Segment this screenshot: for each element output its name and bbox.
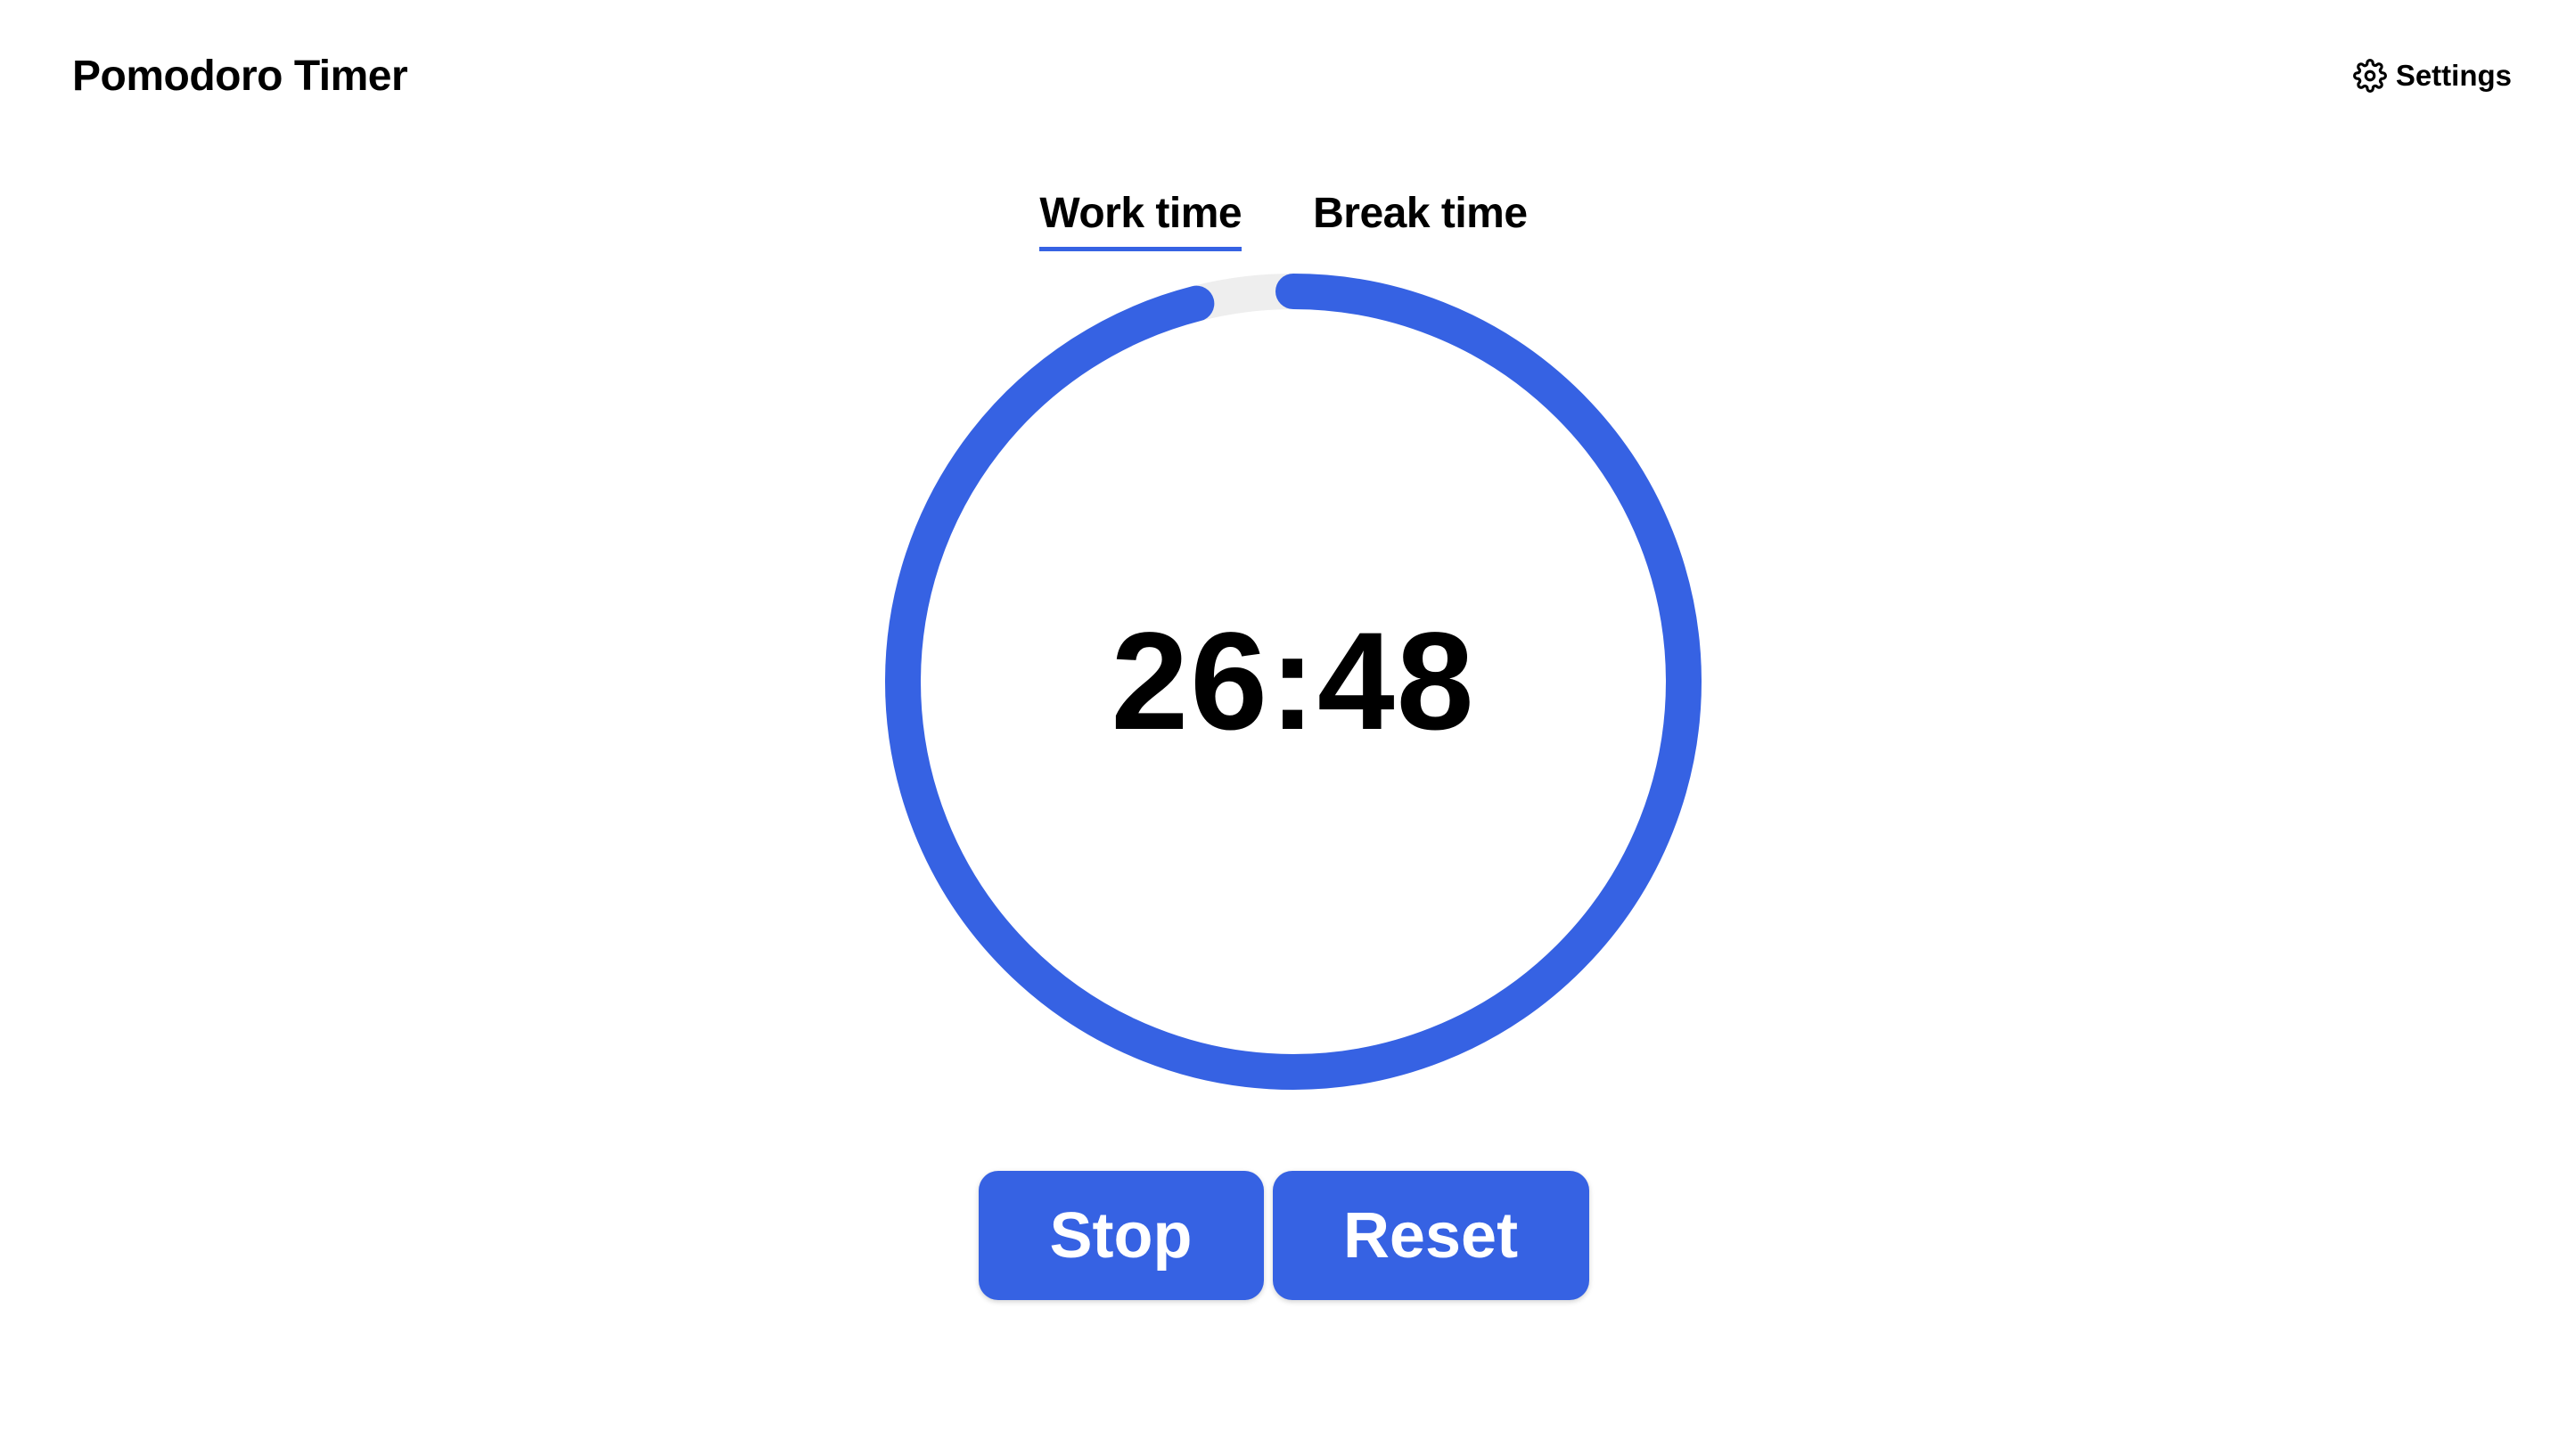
- tab-work-time[interactable]: Work time: [1039, 185, 1242, 251]
- app-title: Pomodoro Timer: [72, 53, 408, 100]
- mode-tabs: Work time Break time: [0, 185, 2567, 251]
- stop-button[interactable]: Stop: [978, 1171, 1264, 1300]
- timer-progress-ring: 26:48: [885, 274, 1702, 1090]
- reset-button[interactable]: Reset: [1272, 1171, 1589, 1300]
- settings-label: Settings: [2395, 59, 2512, 92]
- gear-icon: [2352, 59, 2387, 93]
- timer-controls: Stop Reset: [0, 1171, 2567, 1300]
- settings-button[interactable]: Settings: [2352, 53, 2512, 98]
- time-display: 26:48: [1111, 603, 1476, 759]
- tab-break-time[interactable]: Break time: [1313, 185, 1528, 251]
